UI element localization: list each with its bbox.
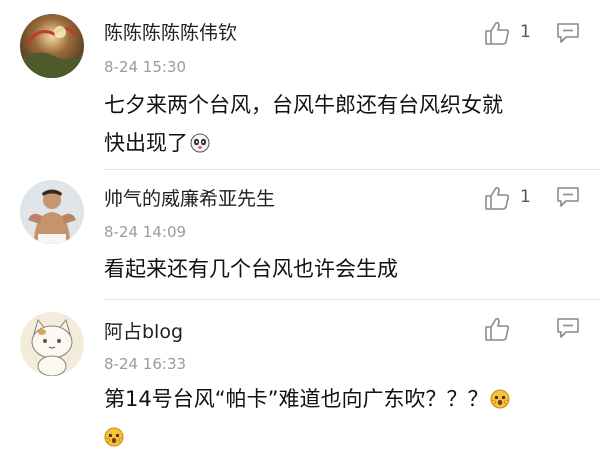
panda-face-icon [190,133,210,153]
scared-face-icon [104,427,124,447]
comment-list: 陈陈陈陈陈伟钦 8-24 15:30 1 七夕来两个台风，台风牛郎还有台风织女就… [0,0,600,458]
comment-text-line: 快出现了 [104,124,584,162]
like-count: 1 [520,187,531,207]
comment-icon [557,187,579,207]
thumbs-up-icon [485,187,510,210]
comment-icon [557,23,579,43]
like-button[interactable] [484,185,510,211]
comment-icon [557,318,579,338]
comment-text-line [104,418,584,456]
timestamp: 8-24 14:09 [104,223,187,241]
like-button[interactable] [484,316,510,342]
avatar[interactable] [20,14,84,78]
username[interactable]: 帅气的威廉希亚先生 [104,184,275,211]
timestamp: 8-24 16:33 [104,355,187,373]
comment-text-line: 七夕来两个台风，台风牛郎还有台风织女就 [104,93,503,117]
comment-text-line: 看起来还有几个台风也许会生成 [104,257,398,281]
avatar[interactable] [20,180,84,244]
comment-item: 阿占blog 8-24 16:33 第14号台风“帕卡”难道也向广东吹？？？ [0,300,600,458]
scared-face-icon [490,389,510,409]
reply-button[interactable] [556,22,580,44]
avatar[interactable] [20,312,84,376]
like-count: 1 [520,22,531,42]
comment-text: 看起来还有几个台风也许会生成 [104,250,584,288]
comment-item: 陈陈陈陈陈伟钦 8-24 15:30 1 七夕来两个台风，台风牛郎还有台风织女就… [0,0,600,170]
like-button[interactable] [484,20,510,46]
comment-text: 第14号台风“帕卡”难道也向广东吹？？？ [104,380,584,456]
timestamp: 8-24 15:30 [104,58,187,76]
reply-button[interactable] [556,186,580,208]
thumbs-up-icon [485,22,510,45]
username[interactable]: 陈陈陈陈陈伟钦 [104,18,237,45]
comment-text-line-2: 快出现了 [104,131,188,155]
thumbs-up-icon [485,318,510,341]
comment-item: 帅气的威廉希亚先生 8-24 14:09 1 看起来还有几个台风也许会生成 [0,170,600,300]
username[interactable]: 阿占blog [104,317,183,344]
reply-button[interactable] [556,317,580,339]
comment-text: 七夕来两个台风，台风牛郎还有台风织女就 快出现了 [104,86,584,162]
comment-text-line-1: 第14号台风“帕卡”难道也向广东吹？？？ [104,387,489,411]
comment-text-line: 第14号台风“帕卡”难道也向广东吹？？？ [104,380,584,418]
